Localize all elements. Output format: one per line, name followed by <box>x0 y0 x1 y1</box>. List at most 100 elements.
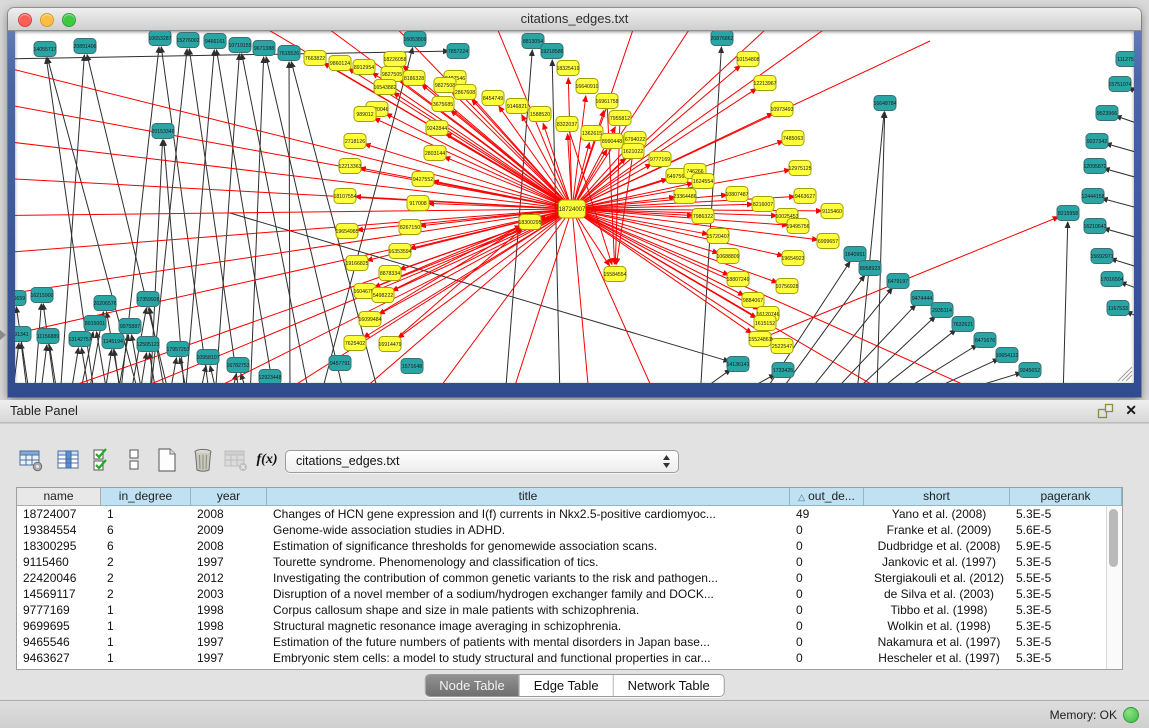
graph-edge <box>15 209 572 256</box>
graph-edge <box>199 366 206 383</box>
network-graph[interactable]: 1405571720891406106532871527600294661611… <box>15 31 1134 383</box>
table-cell-name: 18300295 <box>17 538 101 554</box>
graph-node-label: 16782753 <box>226 363 249 369</box>
graph-node-label: 12444158 <box>1081 194 1104 200</box>
graph-node-label: 18226058 <box>383 57 406 63</box>
node-attribute-table[interactable]: name in_degree yeartitle△out_de...shortpag… <box>16 487 1123 670</box>
close-panel-icon[interactable]: ✕ <box>1125 402 1137 419</box>
status-bar: Memory: OK <box>0 700 1149 728</box>
table-row[interactable]: 1830029562008Estimation of significance … <box>17 538 1122 554</box>
show-columns-icon[interactable] <box>53 445 83 475</box>
table-panel-title: Table Panel <box>10 403 78 418</box>
tab-network-table[interactable]: Network Table <box>614 675 724 696</box>
column-header-pagerank[interactable]: pagerank <box>1010 488 1122 506</box>
table-row[interactable]: 946362711997Embryonic stem cells: a mode… <box>17 650 1122 666</box>
table-cell-out-de-: 0 <box>790 602 864 618</box>
column-header-in-degree[interactable]: in_degree <box>101 488 191 506</box>
graph-node-label: 15692971 <box>1090 254 1113 260</box>
graph-node-label: 9827508 <box>435 83 455 89</box>
graph-edge <box>189 49 240 383</box>
graph-node-label: 1615152 <box>755 321 775 327</box>
column-header-label: in_degree <box>119 489 172 503</box>
table-cell-out-de-: 0 <box>790 634 864 650</box>
table-cell-name: 9699695 <box>17 618 101 634</box>
graph-edge <box>47 58 140 383</box>
table-cell-title: Corpus callosum shape and size in male p… <box>267 602 790 618</box>
graph-node-label: 7625402 <box>345 341 365 347</box>
delete-icon[interactable] <box>188 445 218 475</box>
table-row[interactable]: 1456911722003Disruption of a novel membe… <box>17 586 1122 602</box>
table-row[interactable]: 969969511998Structural magnetic resonanc… <box>17 618 1122 634</box>
graph-node-label: 20206576 <box>93 301 116 307</box>
table-settings-icon[interactable] <box>16 445 46 475</box>
table-cell-name: 9465546 <box>17 634 101 650</box>
table-row[interactable]: 2242004622012Investigating the contribut… <box>17 570 1122 586</box>
graph-node-label: 1112753 <box>1117 57 1134 63</box>
unselect-all-icon[interactable] <box>119 445 149 475</box>
table-select-dropdown[interactable]: citations_edges.txt <box>285 450 679 473</box>
tab-node-table[interactable]: Node Table <box>425 675 520 696</box>
graph-node-label: 8215958 <box>1058 211 1078 217</box>
graph-node-label: 1733426 <box>773 368 793 374</box>
column-header-short[interactable]: short <box>864 488 1010 506</box>
table-cell-short: Tibbo et al. (1998) <box>864 602 1010 618</box>
tab-edge-table[interactable]: Edge Table <box>520 675 614 696</box>
graph-node-label: 9523966 <box>1097 111 1117 117</box>
network-view-window[interactable]: citations_edges.txt 14055717208914061065… <box>8 8 1141 397</box>
graph-node-label: 10756928 <box>775 284 798 290</box>
table-cell-short: Yano et al. (2008) <box>864 506 1010 522</box>
column-header-out-de-[interactable]: △out_de... <box>790 488 864 506</box>
graph-node-label: 17016504 <box>1100 277 1123 283</box>
float-window-icon[interactable] <box>1097 403 1115 419</box>
select-all-icon[interactable] <box>88 445 118 475</box>
graph-node-label: 18107554 <box>333 194 356 200</box>
graph-node-label: 16353594 <box>388 249 411 255</box>
graph-node-label: 9457791 <box>330 361 350 367</box>
new-file-icon[interactable] <box>152 445 182 475</box>
column-header-title[interactable]: title <box>267 488 790 506</box>
graph-edge <box>568 78 572 209</box>
table-cell-year: 2008 <box>191 506 267 522</box>
network-window-titlebar[interactable]: citations_edges.txt <box>8 8 1141 31</box>
function-builder-icon[interactable]: f(x) <box>252 445 282 475</box>
graph-node-label: 989012 <box>356 112 373 118</box>
graph-edge <box>15 56 572 209</box>
scrollbar-thumb[interactable] <box>1109 509 1118 567</box>
graph-node-label: 2522547 <box>772 344 792 350</box>
graph-node-label: 9115460 <box>822 209 842 215</box>
table-row[interactable]: 977716911998Corpus callosum shape and si… <box>17 602 1122 618</box>
graph-node-label: 8216007 <box>753 202 773 208</box>
left-panel-collapse-arrow[interactable] <box>0 330 6 340</box>
graph-node-label: 7615526 <box>279 51 299 57</box>
graph-node-label: 9777169 <box>650 157 670 163</box>
table-row[interactable]: 1872400712008Changes of HCN gene express… <box>17 506 1122 522</box>
graph-node-label: 2935114 <box>932 308 952 314</box>
graph-edge <box>730 374 775 383</box>
graph-node-label: 8471676 <box>975 338 995 344</box>
network-canvas[interactable]: 1405571720891406106532871527600294661611… <box>15 31 1134 383</box>
graph-node-label: 1640951 <box>845 252 865 258</box>
column-header-label: out_de... <box>808 489 855 503</box>
graph-node-label: 11156889 <box>37 334 59 340</box>
graph-edge <box>161 47 210 383</box>
table-row[interactable]: 946554611997Estimation of the future num… <box>17 634 1122 650</box>
graph-node-label: 8912954 <box>354 65 374 71</box>
column-header-name[interactable]: name <box>17 488 101 506</box>
graph-node-label: 16053809 <box>403 37 426 43</box>
graph-edge <box>572 209 590 383</box>
memory-ok-indicator[interactable] <box>1123 707 1139 723</box>
graph-node-label: 7857224 <box>448 49 468 55</box>
table-cell-name: 9463627 <box>17 650 101 666</box>
table-cell-in-degree: 1 <box>101 650 191 666</box>
column-header-year[interactable]: year <box>191 488 267 506</box>
graph-node-label: 9427552 <box>413 177 433 183</box>
table-cell-short: Nakamura et al. (1997) <box>864 634 1010 650</box>
table-row[interactable]: 911546021997Tourette syndrome. Phenomeno… <box>17 554 1122 570</box>
graph-node-label: 16215900 <box>30 293 53 299</box>
graph-edge <box>572 96 586 209</box>
vertical-scrollbar[interactable] <box>1106 506 1122 669</box>
delete-table-icon[interactable] <box>221 445 251 475</box>
table-row[interactable]: 1938455462009Genome-wide association stu… <box>17 522 1122 538</box>
graph-node-label: 12213967 <box>753 81 776 87</box>
graph-node-label: 6794022 <box>625 137 645 143</box>
